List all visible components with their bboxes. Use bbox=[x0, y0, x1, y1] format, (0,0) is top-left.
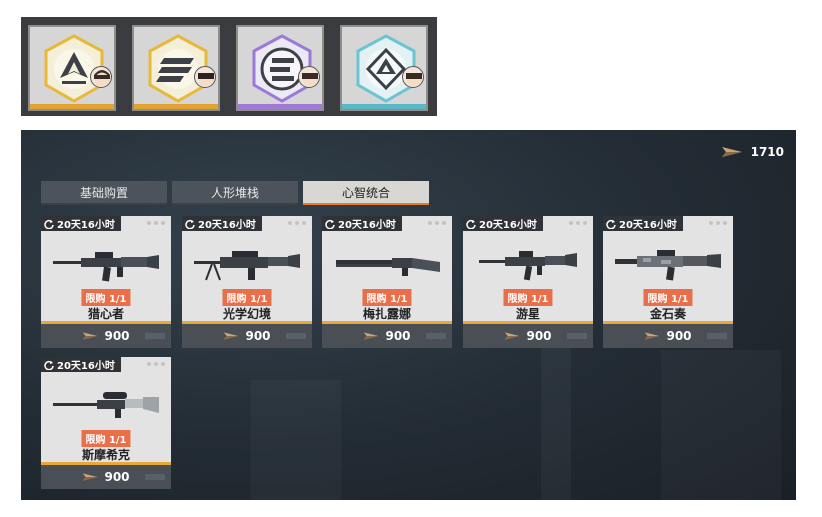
timer-badge: 20天16小时 bbox=[322, 216, 402, 231]
item-name: 光学幻境 bbox=[222, 307, 271, 321]
rifle-icon bbox=[53, 252, 159, 282]
crystal-currency-icon bbox=[721, 147, 742, 157]
timer-text: 20天16小时 bbox=[619, 220, 677, 231]
refresh-icon bbox=[44, 219, 54, 229]
badge-bar bbox=[238, 104, 322, 109]
timer-badge: 20天16小时 bbox=[41, 357, 121, 372]
decor-bar bbox=[707, 333, 727, 339]
shop-item-card[interactable]: 20天16小时 限购 1/1 光学幻境 900 bbox=[182, 216, 312, 348]
crystal-currency-icon bbox=[83, 473, 98, 481]
shop-item-card[interactable]: 20天16小时 限购 1/1 斯摩希克 900 bbox=[41, 357, 171, 489]
crystal-currency-icon bbox=[364, 332, 379, 340]
price-row[interactable]: 900 bbox=[41, 465, 171, 489]
background-streak bbox=[661, 350, 781, 500]
price-row[interactable]: 900 bbox=[182, 324, 312, 348]
price-value: 900 bbox=[385, 329, 411, 343]
timer-text: 20天16小时 bbox=[57, 361, 115, 372]
shop-item-card[interactable]: 20天16小时 限购 1/1 游星 900 bbox=[463, 216, 593, 348]
decor-bar bbox=[286, 333, 306, 339]
badge-bar bbox=[134, 104, 218, 109]
machine-gun-icon bbox=[194, 251, 300, 281]
decor-bar bbox=[426, 333, 446, 339]
avatar bbox=[194, 66, 216, 88]
decor-bar bbox=[567, 333, 587, 339]
tab-doll-stack[interactable]: 人形堆栈 bbox=[172, 181, 298, 205]
sniper-rifle-icon bbox=[53, 392, 159, 418]
decor-dots bbox=[569, 221, 587, 225]
price-value: 900 bbox=[104, 470, 130, 484]
badge-card-1[interactable] bbox=[28, 25, 116, 111]
avatar bbox=[402, 66, 424, 88]
timer-badge: 20天16小时 bbox=[41, 216, 121, 231]
purchase-limit-badge: 限购 1/1 bbox=[362, 289, 412, 306]
refresh-icon bbox=[466, 219, 476, 229]
price-value: 900 bbox=[245, 329, 271, 343]
decor-dots bbox=[147, 221, 165, 225]
refresh-icon bbox=[185, 219, 195, 229]
price-row[interactable]: 900 bbox=[41, 324, 171, 348]
purchase-limit-badge: 限购 1/1 bbox=[222, 289, 272, 306]
assault-rifle-icon bbox=[479, 251, 577, 281]
refresh-icon bbox=[606, 219, 616, 229]
shop-item-card[interactable]: 20天16小时 限购 1/1 金石奏 900 bbox=[603, 216, 733, 348]
decor-dots bbox=[147, 362, 165, 366]
tab-neural-integration[interactable]: 心智统合 bbox=[303, 181, 429, 205]
item-name: 猎心者 bbox=[87, 307, 124, 321]
price-value: 900 bbox=[104, 329, 130, 343]
price-value: 900 bbox=[666, 329, 692, 343]
decor-bar bbox=[145, 333, 165, 339]
badge-card-2[interactable] bbox=[132, 25, 220, 111]
decor-dots bbox=[428, 221, 446, 225]
refresh-icon bbox=[44, 360, 54, 370]
timer-text: 20天16小时 bbox=[338, 220, 396, 231]
decor-dots bbox=[709, 221, 727, 225]
shotgun-icon bbox=[336, 258, 440, 276]
price-row[interactable]: 900 bbox=[603, 324, 733, 348]
currency-display: 1710 bbox=[721, 145, 784, 159]
currency-amount: 1710 bbox=[750, 145, 784, 159]
shop-tabs: 基础购置 人形堆栈 心智统合 bbox=[41, 181, 429, 205]
purchase-limit-badge: 限购 1/1 bbox=[643, 289, 693, 306]
purchase-limit-badge: 限购 1/1 bbox=[81, 289, 131, 306]
avatar bbox=[298, 66, 320, 88]
timer-badge: 20天16小时 bbox=[603, 216, 683, 231]
tab-basic-purchase[interactable]: 基础购置 bbox=[41, 181, 167, 205]
crystal-currency-icon bbox=[224, 332, 239, 340]
refresh-icon bbox=[325, 219, 335, 229]
price-row[interactable]: 900 bbox=[463, 324, 593, 348]
timer-text: 20天16小时 bbox=[198, 220, 256, 231]
crystal-currency-icon bbox=[83, 332, 98, 340]
camo-rifle-icon bbox=[615, 250, 721, 281]
price-row[interactable]: 900 bbox=[322, 324, 452, 348]
timer-text: 20天16小时 bbox=[479, 220, 537, 231]
crystal-currency-icon bbox=[645, 332, 660, 340]
decor-bar bbox=[145, 474, 165, 480]
timer-text: 20天16小时 bbox=[57, 220, 115, 231]
timer-badge: 20天16小时 bbox=[182, 216, 262, 231]
badge-card-4[interactable] bbox=[340, 25, 428, 111]
timer-badge: 20天16小时 bbox=[463, 216, 543, 231]
badge-bar bbox=[342, 104, 426, 109]
badge-strip bbox=[21, 17, 437, 116]
item-name: 斯摩希克 bbox=[81, 448, 130, 462]
item-name: 金石奏 bbox=[649, 307, 686, 321]
background-streak bbox=[251, 380, 341, 500]
item-name: 游星 bbox=[515, 307, 540, 321]
shop-item-card[interactable]: 20天16小时 限购 1/1 猎心者 900 bbox=[41, 216, 171, 348]
item-name: 梅扎露娜 bbox=[362, 307, 411, 321]
purchase-limit-badge: 限购 1/1 bbox=[503, 289, 553, 306]
purchase-limit-badge: 限购 1/1 bbox=[81, 430, 131, 447]
crystal-currency-icon bbox=[505, 332, 520, 340]
badge-card-3[interactable] bbox=[236, 25, 324, 111]
shop-panel: 1710 基础购置 人形堆栈 心智统合 20天16小时 限购 1/1 猎心者 9… bbox=[21, 130, 796, 500]
decor-dots bbox=[288, 221, 306, 225]
price-value: 900 bbox=[526, 329, 552, 343]
avatar bbox=[90, 66, 112, 88]
shop-item-card[interactable]: 20天16小时 限购 1/1 梅扎露娜 900 bbox=[322, 216, 452, 348]
badge-bar bbox=[30, 104, 114, 109]
